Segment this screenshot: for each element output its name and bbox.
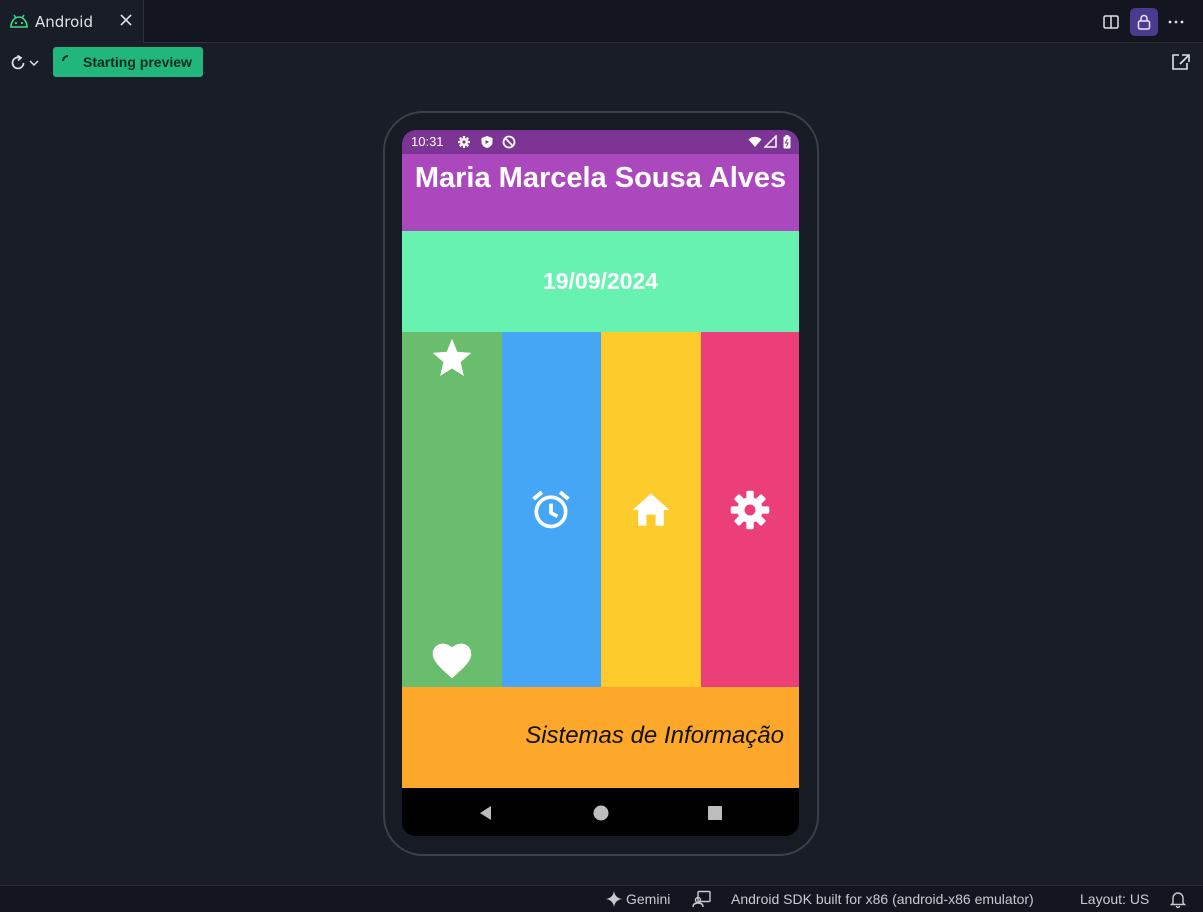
- course-label: Sistemas de Informação: [525, 722, 784, 749]
- tab-android[interactable]: Android: [0, 0, 144, 43]
- tab-label: Android: [35, 13, 93, 31]
- student-name: Maria Marcela Sousa Alves: [414, 162, 787, 194]
- popout-icon[interactable]: [1170, 52, 1192, 72]
- alarm-icon[interactable]: [529, 488, 573, 532]
- refresh-icon: [11, 54, 25, 70]
- status-time: 10:31: [411, 134, 444, 149]
- close-icon[interactable]: [117, 11, 135, 29]
- yellow-column: [601, 332, 701, 687]
- gemini-button[interactable]: Gemini: [606, 891, 670, 907]
- recents-icon[interactable]: [706, 804, 724, 822]
- preview-label: Starting preview: [83, 54, 192, 70]
- starting-preview-button[interactable]: Starting preview: [53, 47, 203, 77]
- date-section: 19/09/2024: [402, 231, 799, 332]
- shield-icon: [481, 136, 493, 148]
- loading-spinner-icon: [62, 55, 69, 62]
- date-label: 19/09/2024: [542, 268, 659, 294]
- more-icon: [1168, 20, 1184, 24]
- pink-column: [701, 332, 799, 687]
- back-icon[interactable]: [477, 804, 495, 822]
- footer-section: Sistemas de Informação: [402, 687, 799, 788]
- device-screen[interactable]: 10:31 Maria Marcela Sousa Alves 19/09/20…: [402, 130, 799, 836]
- android-nav-bar: [402, 788, 799, 836]
- bottom-status-bar: Gemini Android SDK built for x86 (androi…: [0, 885, 1203, 912]
- do-not-disturb-icon: [502, 135, 516, 149]
- bell-icon[interactable]: [1170, 890, 1186, 908]
- home-icon[interactable]: [629, 488, 673, 532]
- refresh-button[interactable]: [8, 52, 44, 74]
- device-mirror-icon[interactable]: [692, 890, 712, 908]
- battery-icon: [783, 135, 791, 149]
- green-column: [402, 332, 502, 687]
- signal-icon: [764, 135, 777, 148]
- name-header: Maria Marcela Sousa Alves: [402, 154, 799, 231]
- split-view-button[interactable]: [1097, 8, 1125, 36]
- chevron-down-icon: [29, 60, 39, 67]
- android-status-bar: 10:31: [402, 130, 799, 154]
- gemini-sparkle-icon: [606, 891, 622, 907]
- lock-button[interactable]: [1130, 8, 1158, 36]
- heart-icon[interactable]: [430, 639, 474, 683]
- tab-bar: Android: [0, 0, 1203, 43]
- device-name[interactable]: Android SDK built for x86 (android-x86 e…: [731, 891, 1034, 907]
- settings-small-icon: [458, 136, 470, 148]
- home-nav-icon[interactable]: [592, 804, 610, 822]
- blue-column: [502, 332, 601, 687]
- wifi-icon: [748, 136, 762, 147]
- star-icon[interactable]: [430, 336, 474, 380]
- android-icon: [10, 14, 28, 28]
- keyboard-layout[interactable]: Layout: US: [1080, 891, 1149, 907]
- more-options-button[interactable]: [1162, 8, 1190, 36]
- gemini-label: Gemini: [626, 891, 671, 907]
- split-view-icon: [1103, 15, 1119, 29]
- settings-icon[interactable]: [728, 488, 772, 532]
- lock-icon: [1137, 14, 1151, 30]
